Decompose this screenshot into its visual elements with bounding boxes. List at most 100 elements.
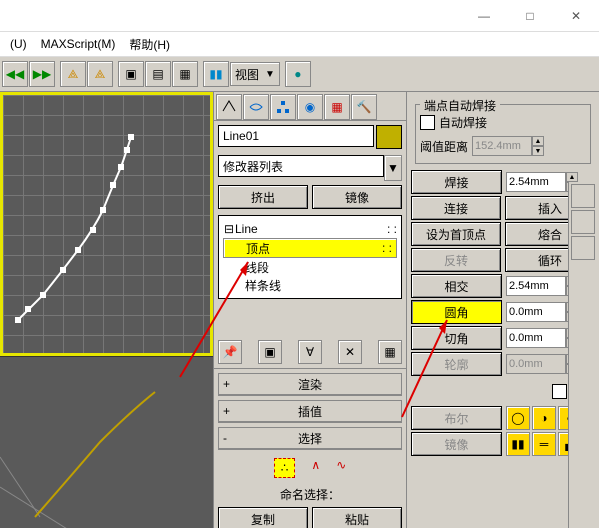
vertex[interactable] bbox=[124, 147, 130, 153]
vertex[interactable] bbox=[75, 247, 81, 253]
paste-button[interactable]: 粘贴 bbox=[312, 507, 402, 528]
view-dropdown-label: 视图 bbox=[235, 66, 259, 83]
side-tool-1[interactable] bbox=[571, 184, 595, 208]
object-name-input[interactable]: Line01 bbox=[218, 125, 374, 147]
menubar: (U) MAXScript(M) 帮助(H) bbox=[0, 32, 599, 57]
side-tool-2[interactable] bbox=[571, 210, 595, 234]
chamfer-value[interactable]: 0.0mm bbox=[506, 328, 566, 348]
spin-up[interactable]: ▲ bbox=[566, 172, 578, 182]
wirecolor-swatch[interactable] bbox=[376, 125, 402, 149]
spline-type-icon[interactable]: ∿ bbox=[336, 458, 346, 478]
spin-up[interactable]: ▲ bbox=[532, 136, 544, 146]
menu-help[interactable]: 帮助(H) bbox=[125, 34, 174, 55]
tree-root-label: Line bbox=[235, 222, 258, 236]
maximize-button[interactable]: □ bbox=[507, 0, 553, 31]
naming-label: 命名选择： bbox=[216, 486, 404, 503]
segment-type-icon[interactable]: ∧ bbox=[311, 458, 320, 478]
view-dropdown[interactable]: 视图 ▼ bbox=[230, 62, 280, 86]
tree-vertex[interactable]: 顶点: : bbox=[223, 238, 397, 258]
vertex[interactable] bbox=[25, 306, 31, 312]
mirror-button[interactable]: 镜像 bbox=[312, 185, 402, 209]
unlink-tool[interactable]: ⟁ bbox=[87, 61, 113, 87]
tool-5[interactable]: ▣ bbox=[118, 61, 144, 87]
stack-show-icon[interactable]: ▣ bbox=[258, 340, 282, 364]
mirror-h-icon[interactable]: ▮▮ bbox=[506, 432, 530, 456]
extrude-button[interactable]: 挤出 bbox=[218, 185, 308, 209]
stack-unique-icon[interactable]: ∀ bbox=[298, 340, 322, 364]
center-checkbox[interactable] bbox=[552, 384, 567, 399]
tool-1[interactable]: ◀◀ bbox=[2, 61, 28, 87]
outline-button[interactable]: 轮廓 bbox=[411, 352, 502, 376]
chevron-down-icon: ▼ bbox=[265, 69, 275, 80]
mirror2-button[interactable]: 镜像 bbox=[411, 432, 502, 456]
link-tool[interactable]: ⟁ bbox=[60, 61, 86, 87]
cmd-motion-tab[interactable]: ◉ bbox=[297, 94, 323, 120]
weld-button[interactable]: 焊接 bbox=[411, 170, 502, 194]
tool-2[interactable]: ▶▶ bbox=[29, 61, 55, 87]
vertex[interactable] bbox=[128, 134, 134, 140]
tree-spline[interactable]: 样条线 bbox=[223, 276, 397, 294]
connect-button[interactable]: 连接 bbox=[411, 196, 501, 220]
cmd-hierarchy-tab[interactable] bbox=[270, 94, 296, 120]
cmd-modify-tab[interactable] bbox=[243, 94, 269, 120]
weld-value[interactable]: 2.54mm bbox=[506, 172, 566, 192]
cmd-display-tab[interactable]: ▦ bbox=[324, 94, 350, 120]
close-button[interactable]: ✕ bbox=[553, 0, 599, 31]
align-tool[interactable]: ▮▮ bbox=[203, 61, 229, 87]
stack-pin-icon[interactable]: 📌 bbox=[218, 340, 242, 364]
tree-spline-label: 样条线 bbox=[245, 277, 281, 294]
mirror-v-icon[interactable]: ═ bbox=[532, 432, 556, 456]
bool-sub-icon[interactable]: ◑ bbox=[532, 406, 556, 430]
rollout-interp[interactable]: +插值 bbox=[218, 400, 402, 423]
viewport-selected[interactable] bbox=[0, 92, 213, 356]
rollout-select[interactable]: -选择 bbox=[218, 427, 402, 450]
spin-down[interactable]: ▼ bbox=[532, 146, 544, 156]
viewport-column bbox=[0, 92, 213, 528]
modifier-stack[interactable]: ⊟Line: : 顶点: : 线段 样条线 bbox=[218, 215, 402, 299]
cross-value[interactable]: 2.54mm bbox=[506, 276, 566, 296]
modifier-list-dropdown[interactable]: 修改器列表 bbox=[218, 155, 384, 177]
vertex-type-icon[interactable]: ∴ bbox=[274, 458, 296, 478]
right-tool-strip bbox=[568, 182, 599, 528]
reverse-button[interactable]: 反转 bbox=[411, 248, 501, 272]
vertex[interactable] bbox=[15, 317, 21, 323]
threshold-label: 阈值距离 bbox=[420, 138, 468, 155]
bool-button[interactable]: 布尔 bbox=[411, 406, 502, 430]
menu-maxscript[interactable]: MAXScript(M) bbox=[37, 35, 120, 53]
cross-button[interactable]: 相交 bbox=[411, 274, 502, 298]
menu-u[interactable]: (U) bbox=[6, 35, 31, 53]
vertex[interactable] bbox=[40, 292, 46, 298]
vertex[interactable] bbox=[100, 207, 106, 213]
stack-remove-icon[interactable]: ✕ bbox=[338, 340, 362, 364]
bool-union-icon[interactable]: ◯ bbox=[506, 406, 530, 430]
tool-7[interactable]: ▦ bbox=[172, 61, 198, 87]
tree-root-line[interactable]: ⊟Line: : bbox=[223, 220, 397, 238]
auto-weld-checkbox[interactable] bbox=[420, 115, 435, 130]
viewport-perspective[interactable] bbox=[0, 356, 213, 528]
outline-value[interactable]: 0.0mm bbox=[506, 354, 566, 374]
vertex[interactable] bbox=[60, 267, 66, 273]
threshold-value[interactable]: 152.4mm bbox=[472, 136, 532, 156]
tree-segment-label: 线段 bbox=[245, 259, 269, 276]
cmd-util-tab[interactable]: 🔨 bbox=[351, 94, 377, 120]
tool-6[interactable]: ▤ bbox=[145, 61, 171, 87]
side-tool-3[interactable] bbox=[571, 236, 595, 260]
vertex[interactable] bbox=[118, 164, 124, 170]
minimize-button[interactable]: — bbox=[461, 0, 507, 31]
auto-weld-group: 端点自动焊接 bbox=[420, 97, 500, 114]
chamfer-button[interactable]: 切角 bbox=[411, 326, 502, 350]
make-first-button[interactable]: 设为首顶点 bbox=[411, 222, 501, 246]
titlebar: — □ ✕ bbox=[0, 0, 599, 32]
fillet-button[interactable]: 圆角 bbox=[411, 300, 502, 324]
stack-configure-icon[interactable]: ▦ bbox=[378, 340, 402, 364]
copy-button[interactable]: 复制 bbox=[218, 507, 308, 528]
tree-segment[interactable]: 线段 bbox=[223, 258, 397, 276]
fillet-value[interactable]: 0.0mm bbox=[506, 302, 566, 322]
vertex[interactable] bbox=[110, 182, 116, 188]
modifier-list-arrow[interactable]: ▼ bbox=[384, 155, 402, 181]
object-name-text: Line01 bbox=[223, 129, 259, 143]
vertex[interactable] bbox=[90, 227, 96, 233]
cmd-create-tab[interactable] bbox=[216, 94, 242, 120]
rollout-render[interactable]: +渲染 bbox=[218, 373, 402, 396]
tool-teapot[interactable]: ● bbox=[285, 61, 311, 87]
